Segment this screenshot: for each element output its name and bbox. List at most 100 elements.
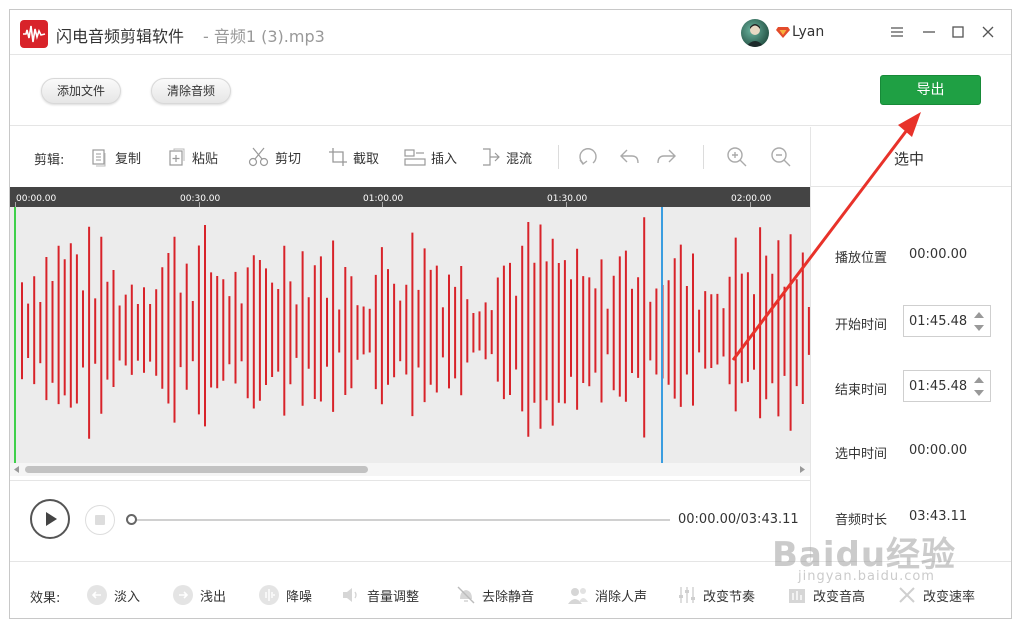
toolbar-divider — [558, 145, 559, 169]
copy-icon — [92, 149, 106, 167]
add-file-button[interactable]: 添加文件 — [41, 78, 122, 104]
paste-button[interactable]: 粘贴 — [167, 145, 218, 169]
remove-vocal-label: 消除人声 — [595, 589, 648, 605]
duration-value: 03:43.11 — [909, 509, 968, 524]
scissors-icon — [248, 147, 269, 167]
volume-icon — [343, 588, 357, 602]
title-bar: 闪电音频剪辑软件 - 音频1 (3).mp3 Lyan — [10, 10, 1011, 55]
progress-knob[interactable] — [126, 514, 137, 525]
zoom-in-icon[interactable] — [726, 145, 748, 169]
redo-icon[interactable] — [656, 145, 678, 169]
panel-title-text: 选中 — [894, 150, 925, 168]
crop-icon — [329, 148, 347, 166]
mix-button[interactable]: 混流 — [481, 145, 532, 169]
tick-label: 01:30.00 — [547, 194, 588, 204]
copy-label: 复制 — [115, 151, 142, 167]
progress-track[interactable] — [130, 519, 670, 521]
fade-out-button[interactable]: 浅出 — [172, 583, 226, 607]
close-icon[interactable] — [978, 22, 998, 42]
clear-audio-button[interactable]: 清除音频 — [151, 78, 232, 104]
change-speed-label: 改变速率 — [923, 589, 976, 605]
mix-icon — [483, 148, 500, 166]
cut-button[interactable]: 剪切 — [248, 145, 301, 169]
app-logo-icon — [20, 20, 48, 48]
copy-button[interactable]: 复制 — [90, 145, 141, 169]
play-icon — [46, 512, 57, 526]
denoise-button[interactable]: 降噪 — [258, 583, 312, 607]
mute-icon — [457, 586, 475, 604]
tick-label: 02:00.00 — [731, 194, 772, 204]
fade-in-button[interactable]: 淡入 — [86, 583, 140, 607]
scroll-right-icon[interactable] — [800, 466, 806, 473]
chevron-down-icon[interactable] — [972, 387, 986, 399]
waveform — [14, 207, 810, 463]
stop-icon — [95, 515, 105, 525]
chevron-down-icon[interactable] — [972, 322, 986, 334]
time-readout: 00:00.00/03:43.11 — [678, 512, 799, 527]
end-time-value[interactable]: 01:45.48 — [909, 379, 967, 394]
minimize-icon[interactable] — [919, 22, 939, 42]
selection-panel: 选中 播放位置 00:00.00 开始时间 01:45.48 结束时间 01:4… — [810, 127, 1011, 561]
top-toolbar: 添加文件 清除音频 导出 — [10, 56, 1011, 126]
undo-icon[interactable] — [618, 145, 640, 169]
start-time-label: 开始时间 — [835, 318, 888, 333]
volume-button[interactable]: 音量调整 — [341, 583, 419, 607]
start-time-stepper[interactable]: 01:45.48 — [903, 305, 991, 337]
tick-label: 00:00.00 — [16, 194, 57, 204]
remove-vocal-button[interactable]: 消除人声 — [567, 583, 647, 607]
horizontal-scrollbar[interactable] — [10, 463, 810, 476]
start-time-value[interactable]: 01:45.48 — [909, 314, 967, 329]
zoom-out-icon[interactable] — [770, 145, 792, 169]
toolbar-divider — [703, 145, 704, 169]
end-time-stepper[interactable]: 01:45.48 — [903, 370, 991, 402]
waveform-area[interactable] — [10, 207, 810, 463]
timeline-ruler[interactable]: 00:00.00 00:30.00 01:00.00 01:30.00 02:0… — [10, 187, 810, 207]
player-bar: 00:00.00/03:43.11 — [10, 480, 810, 560]
fade-in-icon — [87, 585, 107, 605]
change-tempo-button[interactable]: 改变节奏 — [677, 583, 755, 607]
chevron-up-icon[interactable] — [972, 374, 986, 386]
crop-label: 截取 — [353, 151, 380, 167]
vocal-icon — [568, 588, 588, 604]
chevron-up-icon[interactable] — [972, 309, 986, 321]
avatar[interactable] — [741, 19, 769, 47]
remove-silence-button[interactable]: 去除静音 — [456, 583, 534, 607]
denoise-label: 降噪 — [286, 589, 313, 605]
change-speed-button[interactable]: 改变速率 — [897, 583, 975, 607]
stop-button[interactable] — [85, 505, 115, 535]
crop-button[interactable]: 截取 — [328, 145, 379, 169]
watermark-url: jingyan.baidu.com — [798, 569, 935, 584]
play-button[interactable] — [30, 499, 70, 539]
pitch-icon — [789, 589, 805, 603]
tick-label: 01:00.00 — [363, 194, 404, 204]
insert-button[interactable]: 插入 — [404, 145, 457, 169]
play-position-value: 00:00.00 — [909, 247, 968, 262]
export-button[interactable]: 导出 — [880, 75, 981, 105]
change-pitch-button[interactable]: 改变音高 — [787, 583, 865, 607]
speed-icon — [899, 587, 915, 603]
paste-icon — [169, 148, 185, 166]
fade-in-label: 淡入 — [114, 589, 141, 605]
duration-label: 音频时长 — [835, 513, 888, 528]
insert-icon — [404, 149, 426, 166]
app-name: 闪电音频剪辑软件 — [56, 27, 185, 46]
scroll-left-icon[interactable] — [14, 466, 20, 473]
scrollbar-thumb[interactable] — [25, 466, 368, 473]
username[interactable]: Lyan — [792, 24, 824, 40]
file-title: - 音频1 (3).mp3 — [203, 27, 325, 46]
maximize-icon[interactable] — [948, 22, 968, 42]
edit-label: 剪辑: — [34, 153, 65, 168]
denoise-icon — [259, 585, 279, 605]
tempo-icon — [679, 587, 695, 603]
edit-toolbar: 剪辑: 复制 粘贴 剪切 截取 插入 混流 — [10, 127, 810, 187]
effects-label: 效果: — [30, 591, 61, 606]
loop-icon[interactable] — [577, 145, 599, 169]
vip-diamond-icon — [776, 27, 790, 38]
watermark: Baidu经验 jingyan.baidu.com — [772, 527, 956, 584]
selected-time-value: 00:00.00 — [909, 443, 968, 458]
play-position-label: 播放位置 — [835, 251, 888, 266]
menu-icon[interactable] — [887, 22, 907, 42]
end-time-label: 结束时间 — [835, 383, 888, 398]
mix-label: 混流 — [506, 151, 533, 167]
change-tempo-label: 改变节奏 — [703, 589, 756, 605]
